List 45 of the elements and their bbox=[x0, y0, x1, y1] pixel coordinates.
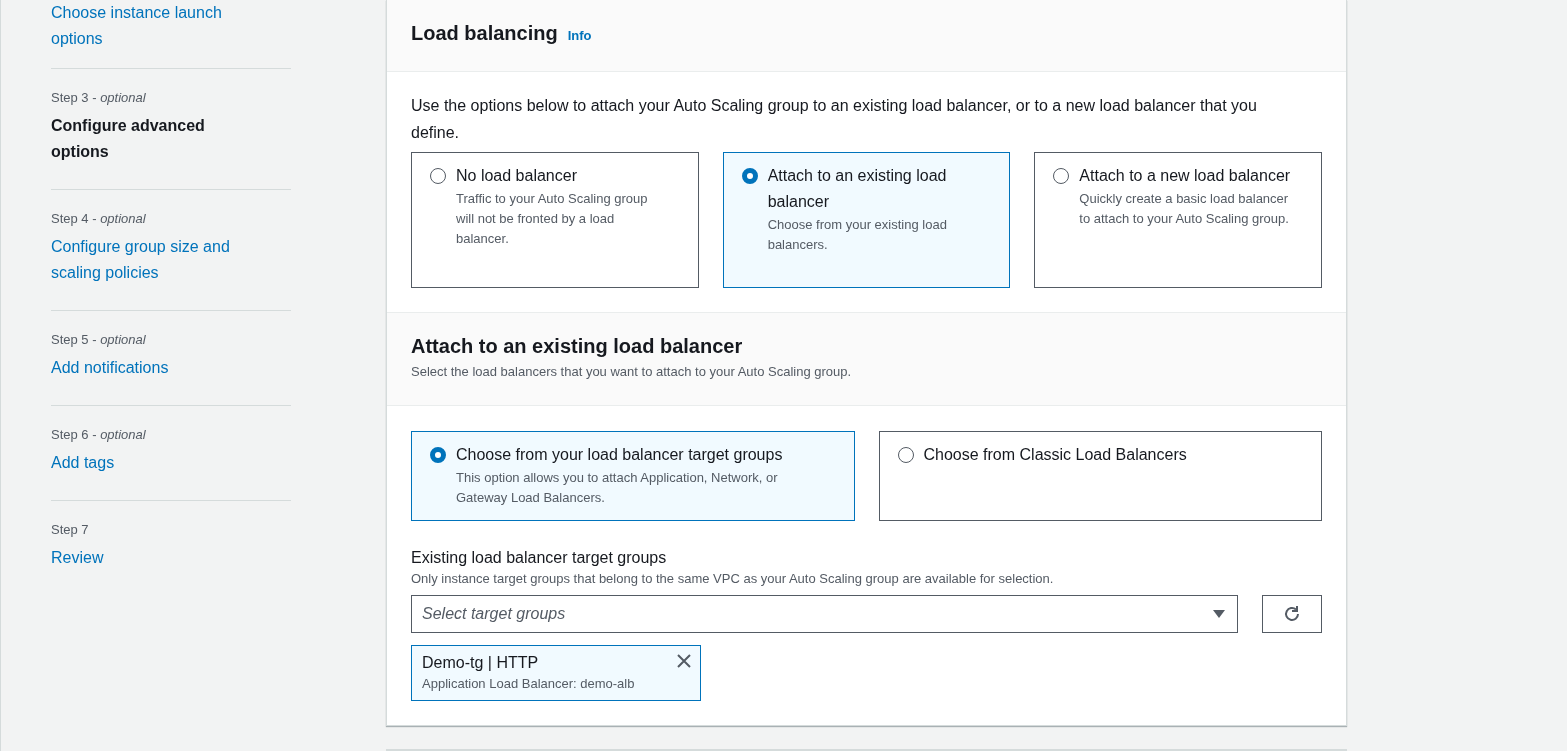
option-description: Traffic to your Auto Scaling group will not be fronted by a load balancer. bbox=[456, 190, 649, 248]
radio-card[interactable]: Choose from Classic Load Balancers bbox=[878, 431, 1322, 521]
step-link[interactable]: Review bbox=[51, 545, 256, 571]
radio-card[interactable]: Attach to a new load balancer Quickly create a basic load balancer to attach to your Auto Scaling group. bbox=[1034, 152, 1322, 288]
caret-icon bbox=[1213, 609, 1225, 619]
close-button[interactable] bbox=[676, 653, 692, 669]
field-label: Existing load balancer target groups bbox=[411, 548, 668, 568]
step-link[interactable]: Add notifications bbox=[51, 355, 256, 381]
option-title: Choose from Classic Load Balancers bbox=[923, 445, 1187, 465]
field-hint: Only instance target groups that belong to the same VPC as your Auto Scaling group are available for selection. bbox=[411, 570, 1055, 588]
step-link[interactable]: Configure group size and scaling policies bbox=[51, 234, 256, 286]
refresh-button[interactable] bbox=[1262, 595, 1322, 633]
radio-button[interactable] bbox=[897, 447, 914, 463]
option-description: Quickly create a basic load balancer to attach to your Auto Scaling group. bbox=[1079, 190, 1290, 228]
step-link[interactable]: Choose instance launch options bbox=[51, 0, 256, 52]
option-title: No load balancer bbox=[456, 166, 578, 186]
current-step-title[interactable]: Configure advanced options bbox=[51, 113, 256, 165]
radio-button[interactable] bbox=[430, 168, 446, 184]
token-title: Demo-tg | HTTP bbox=[422, 653, 540, 673]
step-label: Step 4 - optional bbox=[51, 210, 147, 228]
option-title: Attach to an existing load balancer bbox=[767, 166, 948, 212]
refresh-icon bbox=[1282, 604, 1302, 624]
option-title: Choose from your load balancer target groups bbox=[456, 445, 784, 465]
option-title: Attach to a new load balancer bbox=[1079, 166, 1291, 186]
radio-card[interactable]: No load balancer Traffic to your Auto Scaling group will not be fronted by a load balancer. bbox=[411, 152, 699, 288]
section-description: Use the options below to attach your Auto Scaling group to an existing load balancer, or to a new load balancer that you define. bbox=[411, 96, 1258, 143]
token-subtitle: Application Load Balancer: demo-alb bbox=[422, 675, 636, 693]
radio-card[interactable]: Choose from your load balancer target groups This option allows you to attach Application, Network, or Gateway Load Balancers. bbox=[411, 431, 855, 521]
step-label: Step 7 bbox=[51, 521, 90, 539]
radio-card[interactable]: Attach to an existing load balancer Choose from your existing load balancers. bbox=[722, 152, 1011, 288]
section-title: Attach to an existing load balancer bbox=[411, 335, 743, 357]
step-label: Step 5 - optional bbox=[51, 331, 147, 349]
radio-button[interactable] bbox=[741, 168, 758, 184]
info-link[interactable]: Info bbox=[567, 28, 592, 43]
target-groups-select[interactable]: Select target groups bbox=[411, 595, 1238, 633]
radio-button[interactable] bbox=[430, 447, 446, 463]
step-link[interactable]: Add tags bbox=[51, 450, 256, 476]
step-label: Step 3 - optional bbox=[51, 89, 147, 107]
option-description: This option allows you to attach Application, Network, or Gateway Load Balancers. bbox=[456, 469, 779, 507]
option-description: Choose from your existing load balancers. bbox=[767, 216, 948, 254]
radio-button[interactable] bbox=[1053, 168, 1070, 184]
section-title: Load balancing bbox=[411, 22, 558, 44]
section-subtitle: Select the load balancers that you want to attach to your Auto Scaling group. bbox=[411, 364, 853, 379]
step-label: Step 6 - optional bbox=[51, 426, 147, 444]
close-icon bbox=[676, 653, 692, 669]
